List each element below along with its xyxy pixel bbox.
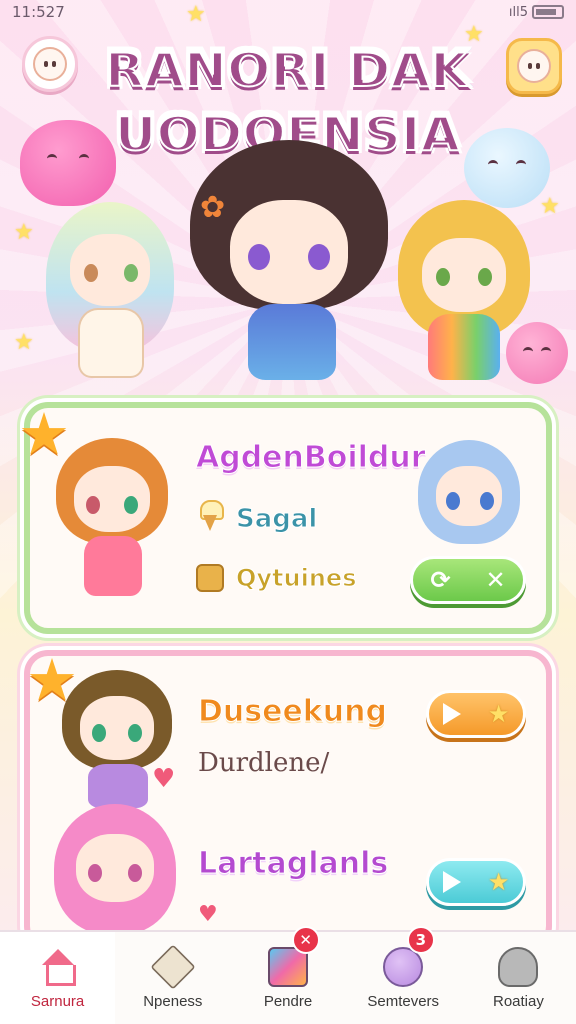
cube-icon <box>150 943 196 990</box>
green-action-button[interactable]: ⟳ ✕ <box>410 556 526 604</box>
close-icon: ✕ <box>485 566 506 594</box>
panel-2-subtitle: Durdlene/ <box>198 748 330 778</box>
heart-icon: ♥ <box>152 764 176 794</box>
star-decoration: ★ <box>464 22 484 47</box>
battery-icon <box>532 5 564 19</box>
bottom-nav: Sarnura Npeness ✕ Pendre 3 Semtevers Roa… <box>0 926 576 1024</box>
character-pastel-girl <box>40 200 180 386</box>
star-decoration: ★ <box>540 194 560 219</box>
star-decoration: ★ <box>14 330 34 355</box>
panel-2-title: Duseekung <box>198 694 388 730</box>
panel-1-item-2: Qytuines <box>235 564 357 593</box>
pink-cat-mascot <box>20 120 116 206</box>
cookie-box-icon <box>196 564 224 592</box>
blue-bunny-mascot <box>464 128 550 208</box>
orange-play-button[interactable]: ★ <box>426 690 526 738</box>
notification-badge: ✕ <box>291 926 320 954</box>
nav-item-home[interactable]: Sarnura <box>0 932 116 1024</box>
status-time: 11:527 <box>12 3 65 21</box>
character-pink-hair-girl <box>50 800 180 936</box>
ice-cream-icon <box>198 500 224 532</box>
play-icon <box>442 871 461 893</box>
star-icon: ★ <box>487 700 510 728</box>
status-right: ıll5 <box>509 5 564 20</box>
nav-label: Pendre <box>263 992 313 1010</box>
chat-icon: ⟳ <box>430 566 451 594</box>
panel-1-item-1: Sagal <box>235 504 318 535</box>
status-bar: 11:527 ıll5 <box>0 0 576 24</box>
panel-1-title: AgdenBoildur <box>196 440 427 476</box>
game-title-line-1: RANORI DAK <box>0 39 576 99</box>
panel-2-title-2: Lartaglanls <box>197 846 389 882</box>
character-blue-bear-girl <box>414 432 524 548</box>
character-ginger-cat-girl <box>52 430 172 606</box>
home-icon <box>38 947 78 987</box>
star-icon: ★ <box>487 868 510 896</box>
heart-icon: ♥ <box>198 902 218 927</box>
nav-item-paint[interactable]: ✕ Pendre <box>230 926 345 1024</box>
notification-badge: 3 <box>406 926 435 954</box>
nav-label: Roatiay <box>492 992 544 1010</box>
nav-label: Sarnura <box>30 992 85 1010</box>
signal-icon: ıll5 <box>508 4 528 20</box>
nav-label: Semtevers <box>367 992 440 1010</box>
robot-icon <box>498 946 539 987</box>
nav-item-friends[interactable]: 3 Semtevers <box>346 926 461 1024</box>
teal-play-button[interactable]: ★ <box>426 858 526 906</box>
nav-label: Npeness <box>143 992 203 1010</box>
character-blonde-girl <box>394 198 534 388</box>
star-decoration: ★ <box>186 2 206 27</box>
nav-item-robot[interactable]: Roatiay <box>461 932 576 1024</box>
star-decoration: ★ <box>14 220 34 245</box>
play-icon <box>442 703 461 725</box>
character-main-girl: ✿ <box>186 140 392 390</box>
nav-item-inventory[interactable]: Npeness <box>115 932 230 1024</box>
